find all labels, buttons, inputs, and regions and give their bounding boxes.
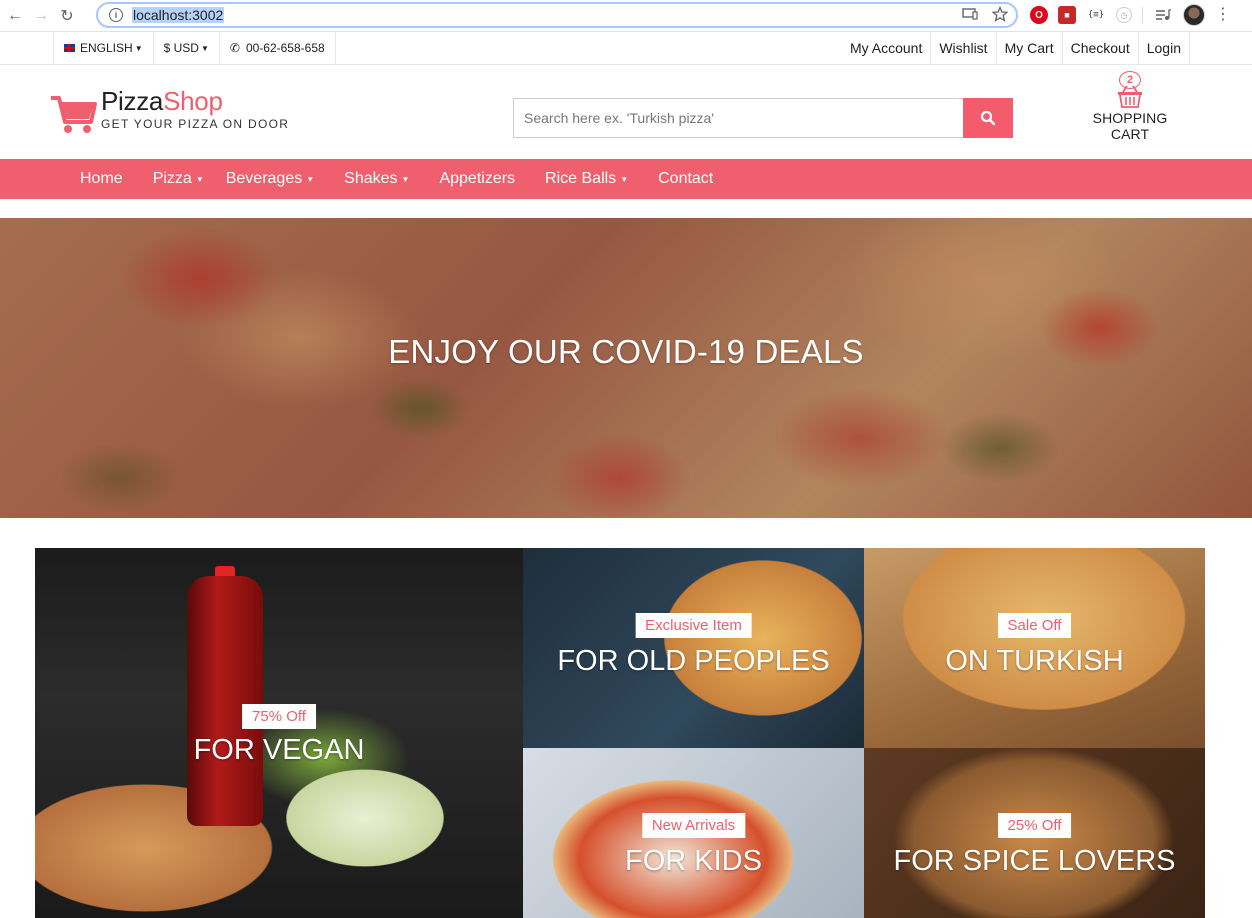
profile-avatar[interactable] <box>1183 4 1205 26</box>
caret-down-icon: ▼ <box>306 174 315 184</box>
language-label: ENGLISH <box>80 41 133 55</box>
login-link[interactable]: Login <box>1139 32 1190 64</box>
tile-for-spice-lovers[interactable]: 25% Off FOR SPICE LOVERS <box>864 748 1205 918</box>
category-tiles: 75% Off FOR VEGAN Exclusive Item FOR OLD… <box>35 548 1205 918</box>
site-logo[interactable]: PizzaShop GET YOUR PIZZA ON DOOR <box>49 86 289 136</box>
phone-icon: ✆ <box>229 41 240 55</box>
nav-beverages[interactable]: Beverages ▼ <box>216 159 324 199</box>
nav-home-label: Home <box>80 170 123 187</box>
wishlist-link[interactable]: Wishlist <box>931 32 997 64</box>
basket-icon: 2 <box>1115 70 1145 110</box>
site-header: PizzaShop GET YOUR PIZZA ON DOOR 2 SHOPP… <box>0 66 1252 159</box>
nav-appetizers-label: Appetizers <box>439 170 516 187</box>
brand-name-first: Pizza <box>101 86 164 116</box>
my-cart-link[interactable]: My Cart <box>997 32 1063 64</box>
forward-icon[interactable]: → <box>30 5 52 27</box>
nav-pizza-label: Pizza <box>152 170 192 187</box>
nav-beverages-label: Beverages <box>225 170 303 187</box>
nav-pizza[interactable]: Pizza ▼ <box>143 159 206 199</box>
tile-title: FOR VEGAN <box>193 734 365 766</box>
search-bar <box>513 98 1013 138</box>
opera-extension-icon[interactable]: O <box>1030 6 1048 24</box>
tile-badge: Exclusive Item <box>635 613 752 638</box>
brand-tagline: GET YOUR PIZZA ON DOOR <box>101 117 290 131</box>
caret-down-icon: ▼ <box>200 43 209 53</box>
search-icon <box>980 110 996 126</box>
toolbar-divider <box>1142 7 1143 23</box>
back-icon[interactable]: ← <box>4 5 26 27</box>
tile-badge: 75% Off <box>242 704 316 729</box>
tile-for-kids[interactable]: New Arrivals FOR KIDS <box>523 748 864 918</box>
more-menu-icon[interactable]: ⋮ <box>1215 7 1231 23</box>
tile-badge: New Arrivals <box>641 813 746 838</box>
caret-down-icon: ▼ <box>134 43 143 53</box>
phone-number: 00-62-658-658 <box>245 41 325 55</box>
caret-down-icon: ▼ <box>195 174 204 184</box>
caret-down-icon: ▼ <box>401 174 410 184</box>
tile-on-turkish[interactable]: Sale Off ON TURKISH <box>864 548 1205 748</box>
shopping-cart[interactable]: 2 SHOPPING CART <box>1072 70 1188 142</box>
language-selector[interactable]: ENGLISH ▼ <box>53 32 154 64</box>
address-url[interactable]: localhost:3002 <box>132 7 225 23</box>
search-input[interactable] <box>513 98 963 138</box>
reload-icon[interactable]: ↻ <box>56 5 78 27</box>
tile-for-vegan[interactable]: 75% Off FOR VEGAN <box>35 548 523 918</box>
browser-toolbar: ← → ↻ i localhost:3002 O ■ {≡} ◷ ⋮ <box>0 0 1252 32</box>
tile-title: FOR SPICE LOVERS <box>893 845 1176 877</box>
tile-badge: Sale Off <box>997 613 1072 638</box>
caret-down-icon: ▼ <box>620 174 629 184</box>
my-account-link[interactable]: My Account <box>842 32 932 64</box>
shopping-cart-label: SHOPPING CART <box>1092 110 1168 142</box>
tile-title: ON TURKISH <box>945 645 1124 677</box>
nav-rice-balls[interactable]: Rice Balls ▼ <box>535 159 638 199</box>
nav-contact-label: Contact <box>658 170 714 187</box>
timer-extension-icon[interactable]: ◷ <box>1116 7 1132 23</box>
brand-name: PizzaShop <box>101 86 289 116</box>
site-info-icon[interactable]: i <box>109 8 123 22</box>
address-bar[interactable]: i localhost:3002 <box>96 2 1018 28</box>
currency-selector[interactable]: $ USD ▼ <box>154 32 220 64</box>
checkout-link[interactable]: Checkout <box>1063 32 1139 64</box>
tile-for-old-peoples[interactable]: Exclusive Item FOR OLD PEOPLES <box>523 548 864 748</box>
main-navigation: Home Pizza ▼ Beverages ▼ Shakes ▼ Appetizer… <box>0 159 1252 199</box>
nav-appetizers[interactable]: Appetizers <box>429 159 525 199</box>
logo-cart-icon <box>51 96 97 133</box>
uk-flag-icon <box>64 44 75 52</box>
json-extension-icon[interactable]: {≡} <box>1086 5 1106 25</box>
brand-name-second: Shop <box>163 86 223 116</box>
currency-label: $ USD <box>163 41 199 55</box>
phone-contact[interactable]: ✆ 00-62-658-658 <box>220 32 336 64</box>
media-control-icon[interactable] <box>1153 5 1173 25</box>
cast-icon[interactable] <box>962 8 978 20</box>
soda-bottle-graphic <box>187 576 263 826</box>
nav-home[interactable]: Home <box>70 159 133 199</box>
nav-shakes[interactable]: Shakes ▼ <box>334 159 419 199</box>
hero-banner: ENJOY OUR COVID-19 DEALS <box>0 218 1252 518</box>
nav-shakes-label: Shakes <box>344 170 398 187</box>
tile-badge: 25% Off <box>997 813 1072 838</box>
hero-title: ENJOY OUR COVID-19 DEALS <box>388 333 864 370</box>
extension-icon[interactable]: ■ <box>1058 6 1076 24</box>
tile-title: FOR OLD PEOPLES <box>557 645 830 677</box>
nav-contact[interactable]: Contact <box>648 159 723 199</box>
bookmark-star-icon[interactable] <box>992 6 1008 22</box>
nav-rice-balls-label: Rice Balls <box>545 170 617 187</box>
tile-title: FOR KIDS <box>625 845 762 877</box>
top-bar: ENGLISH ▼ $ USD ▼ ✆ 00-62-658-658 My Acc… <box>0 32 1252 65</box>
search-button[interactable] <box>963 98 1013 138</box>
